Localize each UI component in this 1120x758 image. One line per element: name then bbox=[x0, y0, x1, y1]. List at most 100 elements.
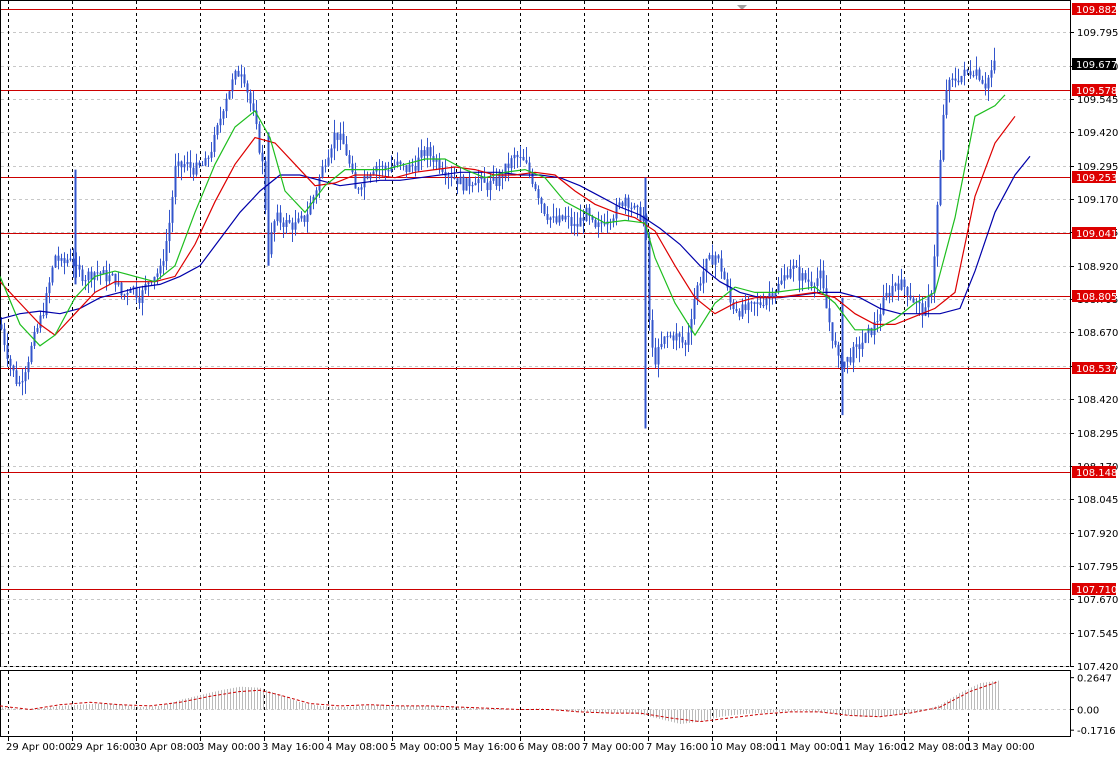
candle-body bbox=[624, 197, 627, 207]
candle-body bbox=[420, 150, 423, 158]
candle-body bbox=[66, 259, 69, 264]
candle-body bbox=[399, 161, 402, 164]
candle-body bbox=[294, 222, 297, 230]
candle-body bbox=[189, 162, 192, 168]
candle-body bbox=[72, 258, 75, 267]
candle-body bbox=[669, 335, 672, 337]
price-tick-label: 109.420 bbox=[1077, 128, 1118, 139]
candle-body bbox=[894, 283, 897, 286]
candle-body bbox=[15, 370, 18, 384]
candle-body bbox=[240, 74, 243, 77]
time-tick-label: 5 May 00:00 bbox=[390, 742, 452, 753]
candle-body bbox=[51, 267, 54, 283]
candle-body bbox=[939, 159, 942, 205]
level-tag-label: 109.253 bbox=[1076, 173, 1117, 184]
price-tick-label: 108.420 bbox=[1077, 395, 1118, 406]
candle-body bbox=[330, 148, 333, 158]
candle-body bbox=[975, 69, 978, 76]
candle-body bbox=[261, 152, 264, 162]
candle-body bbox=[117, 282, 120, 285]
candle-body bbox=[885, 292, 888, 298]
candle-body bbox=[783, 275, 786, 281]
last-price-label: 109.677 bbox=[1076, 60, 1117, 71]
candle-body bbox=[39, 315, 42, 329]
candle-body bbox=[837, 344, 840, 356]
time-tick-label: 13 May 00:00 bbox=[966, 742, 1035, 753]
candle-body bbox=[537, 189, 540, 199]
candle-body bbox=[927, 296, 930, 308]
time-tick-label: 10 May 08:00 bbox=[710, 742, 779, 753]
candle-body bbox=[789, 268, 792, 278]
candle-body bbox=[738, 311, 741, 317]
candle-body bbox=[741, 304, 744, 317]
price-axis: 109.795109.670109.545109.420109.295109.1… bbox=[1070, 3, 1118, 673]
candle-body bbox=[423, 150, 426, 156]
candle-body bbox=[114, 273, 117, 285]
candle-body bbox=[786, 275, 789, 278]
oscillator-frame bbox=[0, 670, 1071, 737]
candle-body bbox=[195, 162, 198, 175]
candle-body bbox=[159, 265, 162, 274]
candle-body bbox=[471, 185, 474, 187]
candle-body bbox=[60, 258, 63, 261]
time-tick-label: 30 Apr 08:00 bbox=[134, 742, 199, 753]
candle-body bbox=[120, 282, 123, 296]
candle-body bbox=[600, 222, 603, 224]
time-tick-label: 5 May 16:00 bbox=[454, 742, 516, 753]
candle-body bbox=[570, 217, 573, 227]
signal-line bbox=[0, 681, 999, 723]
price-chart[interactable]: 109.795109.670109.545109.420109.295109.1… bbox=[0, 0, 1120, 758]
candle-body bbox=[492, 177, 495, 181]
candle-body bbox=[747, 302, 750, 311]
candle-body bbox=[549, 217, 552, 220]
candle-body bbox=[123, 294, 126, 296]
time-tick-label: 12 May 08:00 bbox=[902, 742, 971, 753]
candle-body bbox=[951, 78, 954, 80]
candle-body bbox=[54, 255, 57, 268]
candle-body bbox=[372, 171, 375, 175]
candle-body bbox=[888, 292, 891, 297]
candle-body bbox=[234, 70, 237, 80]
candle-body bbox=[708, 255, 711, 259]
candle-body bbox=[858, 344, 861, 350]
candle-body bbox=[303, 215, 306, 222]
candle-body bbox=[972, 75, 975, 77]
candle-body bbox=[510, 158, 513, 169]
candle-body bbox=[705, 258, 708, 272]
ma-mid-line bbox=[0, 115, 1016, 336]
candle-body bbox=[960, 75, 963, 83]
time-tick-label: 4 May 08:00 bbox=[326, 742, 388, 753]
candle-body bbox=[702, 271, 705, 284]
candle-body bbox=[831, 322, 834, 341]
candle-body bbox=[42, 315, 45, 317]
candle-body bbox=[249, 92, 252, 104]
price-tick-label: 107.420 bbox=[1077, 662, 1118, 673]
candle-body bbox=[468, 178, 471, 187]
candle-body bbox=[426, 147, 429, 156]
time-tick-label: 11 May 16:00 bbox=[838, 742, 907, 753]
candle-body bbox=[489, 180, 492, 191]
candle-body bbox=[651, 320, 654, 348]
candle-body bbox=[639, 207, 642, 221]
price-tick-label: 109.795 bbox=[1077, 28, 1118, 39]
candle-body bbox=[777, 283, 780, 292]
candle-body bbox=[945, 90, 948, 115]
time-tick-label: 29 Apr 00:00 bbox=[6, 742, 71, 753]
candle-body bbox=[243, 74, 246, 84]
candle-body bbox=[579, 217, 582, 227]
candle-body bbox=[156, 273, 159, 277]
candle-body bbox=[273, 221, 276, 233]
candle-body bbox=[27, 362, 30, 373]
candle-body bbox=[546, 213, 549, 220]
candle-body bbox=[141, 290, 144, 303]
candle-body bbox=[552, 216, 555, 218]
candle-body bbox=[477, 179, 480, 184]
price-tick-label: 107.920 bbox=[1077, 529, 1118, 540]
candle-body bbox=[876, 321, 879, 323]
candle-body bbox=[459, 176, 462, 185]
price-tick-label: 108.920 bbox=[1077, 262, 1118, 273]
candle-body bbox=[144, 284, 147, 291]
candle-body bbox=[909, 295, 912, 299]
candle-body bbox=[396, 161, 399, 165]
candle-body bbox=[753, 302, 756, 304]
